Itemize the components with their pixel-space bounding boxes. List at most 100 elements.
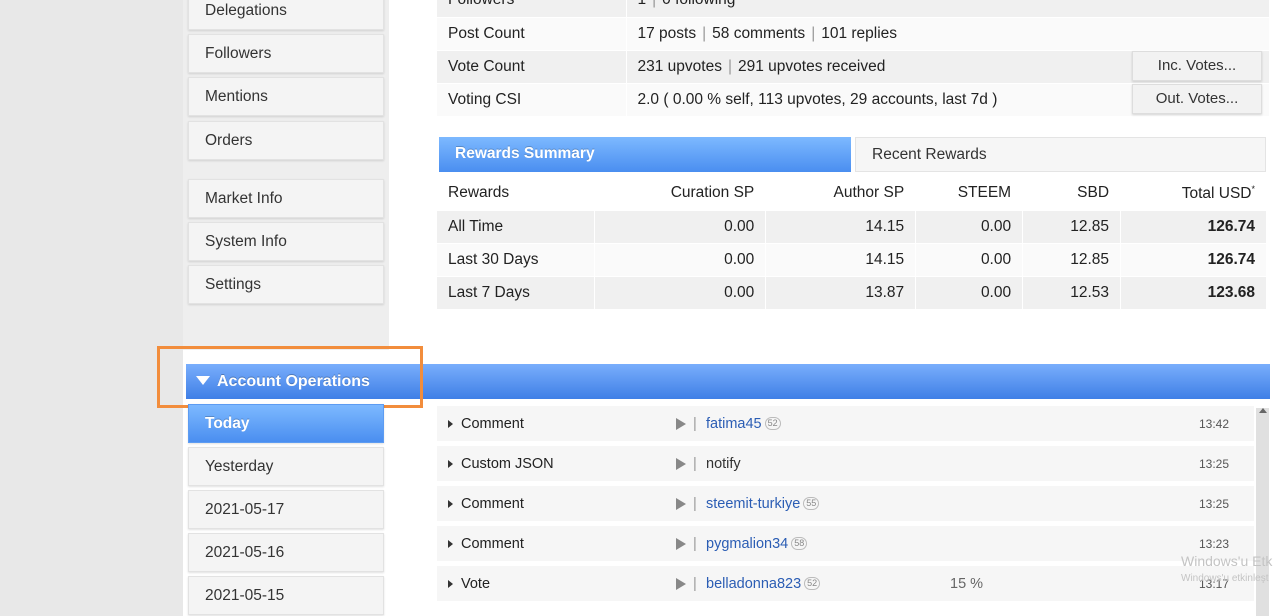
reputation-badge: 55 xyxy=(803,497,820,510)
column-header: Author SP xyxy=(765,177,917,211)
total-usd-header: Total USD xyxy=(1181,184,1252,202)
operation-account-link[interactable]: pygmalion34 58 xyxy=(706,526,808,562)
account-name: steemit-turkiye xyxy=(706,496,801,512)
operation-type: Comment xyxy=(461,496,524,512)
date-item-today[interactable]: Today xyxy=(188,404,384,443)
table-cell: 0.00 xyxy=(594,210,767,244)
followers-count: 1 xyxy=(638,0,647,8)
table-cell: Last 7 Days xyxy=(437,276,596,310)
operation-row[interactable]: Custom JSON | notify 13:25 xyxy=(437,446,1254,482)
account-name: fatima45 xyxy=(706,416,762,432)
table-cell: All Time xyxy=(437,210,596,244)
operation-account-link[interactable]: fatima45 52 xyxy=(706,406,781,442)
sidebar-item-orders[interactable]: Orders xyxy=(188,121,384,160)
following-count: 0 following xyxy=(662,0,735,8)
expand-caret-icon[interactable] xyxy=(448,580,453,588)
total-usd-footnote-marker: * xyxy=(1251,183,1255,194)
separator: | xyxy=(811,24,816,42)
collapse-triangle-icon xyxy=(196,376,210,385)
stats-label: Vote Count xyxy=(437,50,627,84)
tab-rewards-summary[interactable]: Rewards Summary xyxy=(439,137,851,172)
stats-value: 1|0 following xyxy=(626,0,1270,18)
scrollbar-track[interactable] xyxy=(1256,408,1269,616)
replies-count: 101 replies xyxy=(821,24,898,42)
date-item-2021-05-17[interactable]: 2021-05-17 xyxy=(188,490,384,529)
date-item-2021-05-15[interactable]: 2021-05-15 xyxy=(188,576,384,615)
operation-type: Comment xyxy=(461,416,524,432)
stats-row-post-count: Post Count 17 posts | 58 comments | 101 repl… xyxy=(437,17,1270,51)
play-icon[interactable] xyxy=(676,498,686,510)
table-cell: 12.85 xyxy=(1022,210,1122,244)
account-name: belladonna823 xyxy=(706,576,802,592)
reputation-badge: 52 xyxy=(804,577,821,590)
table-cell: 0.00 xyxy=(915,243,1024,277)
operation-account-link[interactable]: steemit-turkiye 55 xyxy=(706,486,820,522)
operation-type: Comment xyxy=(461,536,524,552)
date-item-2021-05-16[interactable]: 2021-05-16 xyxy=(188,533,384,572)
column-header: Rewards xyxy=(437,177,596,211)
comments-count: 58 comments xyxy=(712,24,806,42)
rewards-table: Rewards Curation SP Author SP STEEM SBD … xyxy=(437,177,1267,310)
column-header: STEEM xyxy=(915,177,1024,211)
operation-row[interactable]: Comment | pygmalion34 58 13:23 xyxy=(437,526,1254,562)
expand-caret-icon[interactable] xyxy=(448,540,453,548)
separator: | xyxy=(693,416,697,432)
tab-recent-rewards[interactable]: Recent Rewards xyxy=(855,137,1266,172)
table-row: All Time 0.00 14.15 0.00 12.85 126.74 xyxy=(437,210,1267,244)
sidebar-item-settings[interactable]: Settings xyxy=(188,265,384,304)
operation-target: notify xyxy=(706,456,741,472)
operation-row[interactable]: Vote | belladonna823 52 15 % 13:17 xyxy=(437,566,1254,602)
table-cell: 14.15 xyxy=(765,210,917,244)
operation-row[interactable]: Comment | fatima45 52 13:42 xyxy=(437,406,1254,442)
stats-label: Followers xyxy=(437,0,627,18)
play-icon[interactable] xyxy=(676,538,686,550)
sidebar-item-system-info[interactable]: System Info xyxy=(188,222,384,261)
column-header: SBD xyxy=(1022,177,1122,211)
table-cell: 126.74 xyxy=(1120,210,1267,244)
operation-type: Vote xyxy=(461,576,491,592)
play-icon[interactable] xyxy=(676,458,686,470)
upvotes-received-count: 291 upvotes received xyxy=(738,57,886,75)
operation-row[interactable]: Comment | steemit-turkiye 55 13:25 xyxy=(437,486,1254,522)
separator: | xyxy=(693,456,697,472)
account-operations-title: Account Operations xyxy=(217,373,370,390)
stats-label: Post Count xyxy=(437,17,627,51)
table-row: Last 30 Days 0.00 14.15 0.00 12.85 126.7… xyxy=(437,243,1267,277)
upvotes-count: 231 upvotes xyxy=(637,57,722,75)
operation-time: 13:25 xyxy=(1198,457,1229,471)
date-item-yesterday[interactable]: Yesterday xyxy=(188,447,384,486)
separator: | xyxy=(693,536,697,552)
stats-row-followers: Followers 1|0 following xyxy=(437,0,1270,18)
table-cell: 0.00 xyxy=(594,276,767,310)
separator: | xyxy=(727,57,732,75)
account-name: pygmalion34 xyxy=(706,536,789,552)
table-cell: 14.15 xyxy=(765,243,917,277)
reputation-badge: 58 xyxy=(791,537,808,550)
stats-label: Voting CSI xyxy=(437,83,627,117)
scroll-up-arrow-icon[interactable] xyxy=(1259,408,1267,413)
operation-account-link[interactable]: belladonna823 52 xyxy=(706,566,821,602)
separator: | xyxy=(693,576,697,592)
play-icon[interactable] xyxy=(676,418,686,430)
sidebar-item-followers[interactable]: Followers xyxy=(188,34,384,73)
sidebar-item-market-info[interactable]: Market Info xyxy=(188,179,384,218)
table-cell: 123.68 xyxy=(1120,276,1267,310)
table-cell: 12.53 xyxy=(1022,276,1122,310)
inc-votes-button[interactable]: Inc. Votes... xyxy=(1132,51,1262,81)
operation-time: 13:17 xyxy=(1198,577,1229,591)
expand-caret-icon[interactable] xyxy=(448,460,453,468)
out-votes-button[interactable]: Out. Votes... xyxy=(1132,84,1262,114)
play-icon[interactable] xyxy=(676,578,686,590)
column-header: Curation SP xyxy=(594,177,767,211)
expand-caret-icon[interactable] xyxy=(448,500,453,508)
table-cell: 0.00 xyxy=(915,276,1024,310)
separator: | xyxy=(702,24,707,42)
table-cell: 126.74 xyxy=(1120,243,1267,277)
expand-caret-icon[interactable] xyxy=(448,420,453,428)
vote-percent: 15 % xyxy=(950,576,984,592)
table-cell: 13.87 xyxy=(765,276,917,310)
sidebar-item-mentions[interactable]: Mentions xyxy=(188,77,384,116)
sidebar-item-delegations[interactable]: Delegations xyxy=(188,0,384,30)
account-operations-header[interactable]: Account Operations xyxy=(186,364,1270,399)
column-header: Total USD* xyxy=(1120,177,1267,211)
